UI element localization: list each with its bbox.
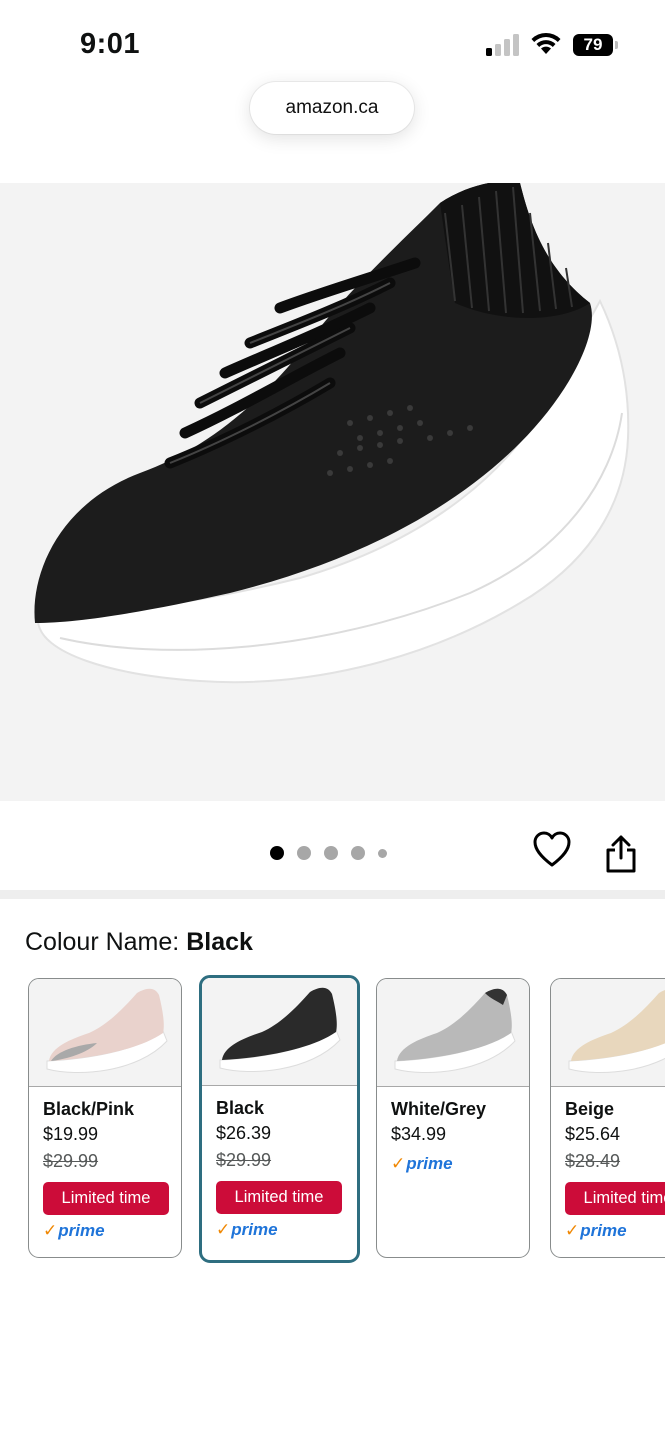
swatch-name: Black — [216, 1098, 265, 1118]
swatch-black-pink[interactable]: Black/Pink $19.99 $29.99 Limited time ✓p… — [28, 978, 182, 1258]
prime-text: prime — [231, 1220, 278, 1239]
shoe-illustration — [34, 183, 630, 684]
shoe-thumbnail — [394, 988, 516, 1073]
colour-label-text: Colour Name: — [25, 928, 180, 956]
limited-time-badge: Limited time — [216, 1181, 342, 1214]
pagination-dot[interactable] — [297, 846, 311, 860]
limited-time-badge: Limited time — [43, 1182, 169, 1215]
swatch-thumbnail — [377, 979, 529, 1087]
pagination-dot[interactable] — [324, 846, 338, 860]
prime-badge: ✓prime — [565, 1219, 665, 1243]
prime-badge: ✓prime — [43, 1219, 181, 1243]
product-image[interactable] — [0, 183, 665, 801]
battery-level: 79 — [573, 34, 613, 56]
shoe-thumbnail — [46, 988, 168, 1073]
swatch-name: Black/Pink — [43, 1099, 135, 1119]
section-divider — [0, 890, 665, 899]
swatch-list-price: $28.49 — [565, 1151, 621, 1171]
prime-badge: ✓prime — [216, 1218, 357, 1242]
swatch-name: White/Grey — [391, 1099, 487, 1119]
wifi-icon — [531, 32, 561, 54]
pagination-dot[interactable] — [378, 848, 387, 858]
selected-colour: Black — [186, 928, 253, 956]
prime-text: prime — [406, 1154, 453, 1173]
prime-check-icon: ✓ — [43, 1221, 58, 1240]
prime-check-icon: ✓ — [565, 1221, 580, 1240]
battery-icon: 79 — [573, 34, 621, 56]
status-bar: 9:01 79 — [0, 0, 665, 80]
swatch-list-price: $29.99 — [216, 1150, 272, 1170]
limited-time-badge: Limited time — [565, 1182, 665, 1215]
prime-text: prime — [58, 1221, 105, 1240]
swatch-price: $19.99 — [43, 1124, 99, 1144]
shoe-thumbnail — [568, 990, 665, 1073]
prime-badge: ✓prime — [391, 1152, 529, 1176]
swatch-price: $25.64 — [565, 1124, 621, 1144]
status-time: 9:01 — [80, 28, 141, 60]
heart-icon[interactable] — [532, 830, 572, 870]
swatch-price: $34.99 — [391, 1124, 447, 1144]
signal-icon — [486, 34, 519, 56]
swatch-thumbnail — [551, 979, 665, 1087]
swatch-price: $26.39 — [216, 1123, 272, 1143]
share-icon[interactable] — [603, 834, 639, 874]
shoe-thumbnail — [219, 987, 341, 1072]
prime-check-icon: ✓ — [216, 1220, 231, 1239]
prime-check-icon: ✓ — [391, 1154, 406, 1173]
colour-name-label: Colour Name: Black — [25, 928, 253, 957]
image-pagination[interactable] — [270, 845, 387, 861]
swatch-black[interactable]: Black $26.39 $29.99 Limited time ✓prime — [199, 975, 360, 1263]
swatch-thumbnail — [29, 979, 181, 1087]
swatch-thumbnail — [202, 978, 357, 1086]
swatch-list-price: $29.99 — [43, 1151, 99, 1171]
swatch-name: Beige — [565, 1099, 615, 1119]
prime-text: prime — [580, 1221, 627, 1240]
pagination-dot[interactable] — [351, 846, 365, 860]
pagination-dot[interactable] — [270, 846, 284, 860]
swatch-beige[interactable]: Beige $25.64 $28.49 Limited time ✓prime — [550, 978, 665, 1258]
url-bar[interactable]: amazon.ca — [250, 82, 414, 134]
colour-swatch-list[interactable]: Black/Pink $19.99 $29.99 Limited time ✓p… — [0, 975, 665, 1275]
swatch-white-grey[interactable]: White/Grey $34.99 ✓prime — [376, 978, 530, 1258]
